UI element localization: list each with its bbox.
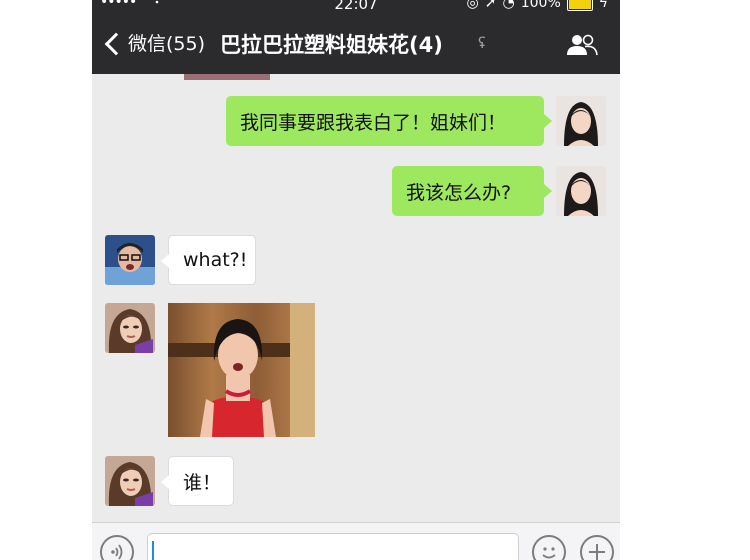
message-input[interactable] xyxy=(147,533,519,560)
more-button[interactable] xyxy=(580,535,614,560)
back-label: 微信(55) xyxy=(128,33,206,55)
message-text: 谁！ xyxy=(183,471,222,494)
text-caret xyxy=(152,541,154,560)
lock-rotation-icon: ◎ xyxy=(466,0,479,11)
avatar-friend-b[interactable] xyxy=(105,303,155,353)
emoji-icon xyxy=(542,547,556,559)
previous-message-edge xyxy=(184,74,270,80)
message-bubble-sent[interactable]: 我同事要跟我表白了！姐妹们！ xyxy=(226,96,552,146)
status-right-group: ◎ ➚ ◔ 100% ϟ xyxy=(467,0,608,11)
battery-icon xyxy=(566,0,593,11)
ear-icon: ʢ xyxy=(478,34,486,52)
voice-icon xyxy=(111,544,123,560)
charging-bolt-icon: ϟ xyxy=(598,0,608,11)
avatar-self[interactable] xyxy=(556,166,606,216)
avatar-friend-b[interactable] xyxy=(105,456,155,506)
contacts-icon[interactable] xyxy=(566,34,598,56)
location-arrow-icon: ➚ xyxy=(484,0,497,11)
status-bar: ••••• 22:07 ◎ ➚ ◔ 100% ϟ xyxy=(92,0,620,14)
avatar-friend-a[interactable] xyxy=(105,235,155,285)
chat-header: 微信(55) 巴拉巴拉塑料姐妹花(4) ʢ xyxy=(92,14,620,74)
avatar-self[interactable] xyxy=(556,96,606,146)
chevron-left-icon xyxy=(104,32,128,55)
input-bar xyxy=(92,522,620,560)
chat-title: 巴拉巴拉塑料姐妹花(4) xyxy=(220,33,443,57)
message-text: what?! xyxy=(183,249,248,271)
plus-icon xyxy=(589,544,605,560)
voice-button[interactable] xyxy=(100,535,134,560)
message-bubble-received[interactable]: 谁！ xyxy=(161,456,234,506)
message-bubble-sent[interactable]: 我该怎么办? xyxy=(392,166,552,216)
red-dress-photo[interactable] xyxy=(168,303,315,437)
alarm-icon: ◔ xyxy=(502,0,515,11)
message-bubble-received[interactable]: what?! xyxy=(161,235,256,285)
wechat-chat-screen: ••••• 22:07 ◎ ➚ ◔ 100% ϟ 微信(55) 巴拉巴拉塑料姐妹… xyxy=(92,0,620,560)
emoji-button[interactable] xyxy=(532,535,566,560)
message-text: 我同事要跟我表白了！姐妹们！ xyxy=(240,111,507,134)
battery-percent: 100% xyxy=(520,0,561,11)
message-text: 我该怎么办? xyxy=(406,181,512,204)
back-button[interactable]: 微信(55) xyxy=(104,29,206,56)
